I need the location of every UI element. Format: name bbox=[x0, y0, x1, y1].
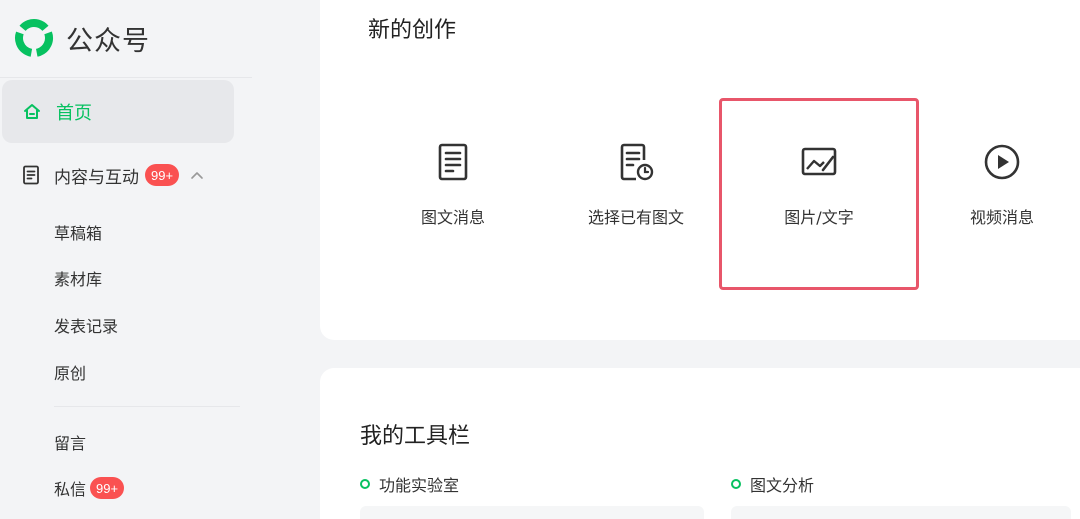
tool-label: 图文分析 bbox=[750, 476, 815, 495]
home-icon bbox=[24, 103, 40, 119]
new-creation-panel: 新的创作 图文消息 选择已有图文 图片/文字 视频消息 bbox=[320, 0, 1080, 340]
my-toolbar-panel: 我的工具栏 功能实验室 图文分析 bbox=[320, 368, 1080, 519]
chevron-up-icon[interactable] bbox=[189, 167, 205, 183]
sidebar-item-label: 首页 bbox=[56, 102, 92, 124]
sidebar-item-label: 私信 bbox=[54, 480, 87, 499]
create-item-label: 图片/文字 bbox=[784, 208, 854, 227]
sidebar-item-drafts[interactable]: 草稿箱 bbox=[54, 220, 102, 244]
sidebar-item-materials[interactable]: 素材库 bbox=[54, 266, 102, 290]
sidebar-group-content[interactable]: 内容与互动 99+ bbox=[22, 160, 205, 190]
section-title: 我的工具栏 bbox=[360, 424, 471, 449]
document-icon bbox=[23, 165, 39, 185]
brand-name: 公众号 bbox=[66, 25, 150, 57]
bullet-circle-icon bbox=[360, 479, 370, 489]
unread-badge: 99+ bbox=[90, 477, 125, 499]
select-existing-article-button[interactable]: 选择已有图文 bbox=[536, 98, 736, 290]
brand-logo[interactable]: 公众号 bbox=[14, 18, 150, 58]
create-item-label: 视频消息 bbox=[969, 208, 1034, 227]
sidebar-item-original[interactable]: 原创 bbox=[54, 360, 86, 384]
sidebar: 公众号 首页 内容与互动 99+ 草稿箱 素材库 发表记录 原创 留言 私信 9… bbox=[0, 0, 320, 519]
history-article-icon bbox=[620, 143, 654, 181]
video-play-icon bbox=[984, 144, 1020, 180]
create-image-text-button[interactable]: 图片/文字 bbox=[719, 98, 919, 290]
create-item-label: 图文消息 bbox=[420, 208, 485, 227]
unread-badge: 99+ bbox=[145, 164, 180, 186]
sidebar-item-private-messages[interactable]: 私信 99+ bbox=[54, 476, 125, 500]
image-text-icon bbox=[801, 147, 837, 176]
tool-feature-lab[interactable]: 功能实验室 bbox=[360, 472, 459, 496]
wechat-official-logo-icon bbox=[15, 19, 53, 57]
create-video-button[interactable]: 视频消息 bbox=[902, 98, 1080, 290]
sidebar-divider bbox=[54, 406, 240, 407]
tool-article-analysis[interactable]: 图文分析 bbox=[731, 472, 814, 496]
section-title: 新的创作 bbox=[368, 18, 457, 43]
tool-preview-box bbox=[360, 506, 704, 519]
tool-preview-box bbox=[731, 506, 1071, 519]
sidebar-group-label: 内容与互动 bbox=[54, 167, 139, 188]
create-article-button[interactable]: 图文消息 bbox=[353, 98, 553, 290]
sidebar-item-publish-history[interactable]: 发表记录 bbox=[54, 313, 118, 337]
create-item-label: 选择已有图文 bbox=[587, 208, 684, 227]
sidebar-item-home[interactable]: 首页 bbox=[2, 80, 234, 143]
sidebar-divider bbox=[0, 77, 252, 78]
sidebar-item-comments[interactable]: 留言 bbox=[54, 430, 86, 454]
tool-label: 功能实验室 bbox=[379, 476, 460, 495]
article-icon bbox=[438, 143, 468, 181]
bullet-circle-icon bbox=[731, 479, 741, 489]
